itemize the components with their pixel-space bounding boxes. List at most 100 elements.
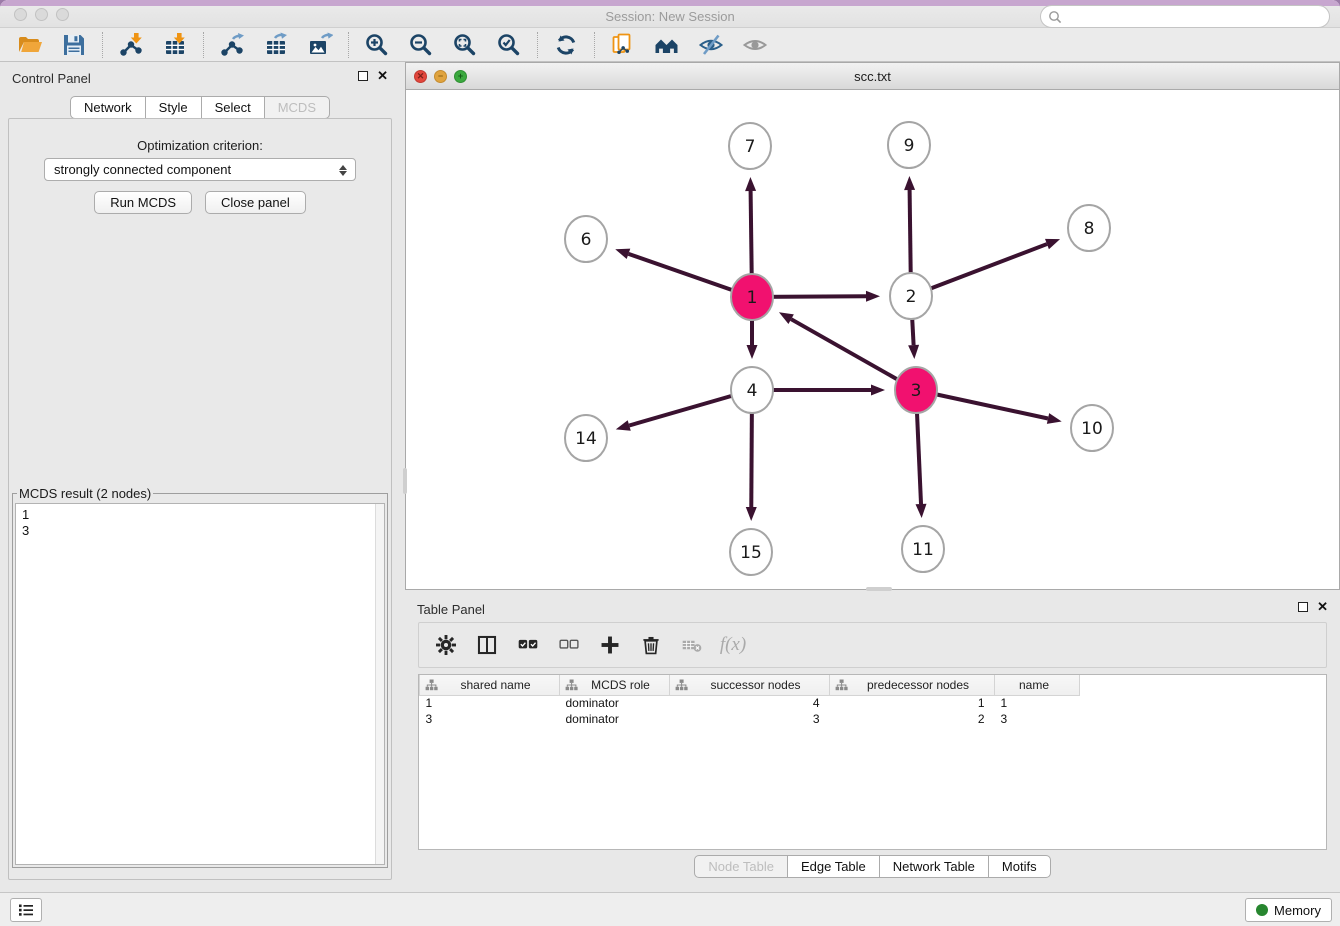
graph-edge-arrow-4-3 bbox=[871, 385, 885, 396]
delete-table-icon bbox=[681, 634, 703, 656]
import-network-icon bbox=[118, 32, 144, 58]
function-button[interactable]: f(x) bbox=[720, 632, 746, 658]
graph-node-14[interactable]: 14 bbox=[565, 415, 607, 461]
column-header-MCDS-role[interactable]: MCDS role bbox=[560, 675, 670, 695]
optimization-criterion-select[interactable]: strongly connected component bbox=[44, 158, 356, 181]
float-table-panel-icon[interactable] bbox=[1298, 602, 1308, 612]
graph-node-label: 15 bbox=[740, 543, 762, 563]
table-cell[interactable]: dominator bbox=[560, 695, 670, 711]
zoom-selected-button[interactable] bbox=[487, 29, 531, 61]
mcds-result-line: 3 bbox=[22, 523, 384, 539]
mcds-result-group: MCDS result (2 nodes) 13 bbox=[12, 486, 388, 868]
float-panel-icon[interactable] bbox=[358, 71, 368, 81]
close-panel-button[interactable]: Close panel bbox=[205, 191, 306, 214]
table-cell[interactable]: 1 bbox=[830, 695, 995, 711]
column-header-successor-nodes[interactable]: successor nodes bbox=[670, 675, 830, 695]
show-graphics-details-icon bbox=[742, 32, 768, 58]
column-header-name[interactable]: name bbox=[995, 675, 1080, 695]
column-header-shared-name[interactable]: shared name bbox=[420, 675, 560, 695]
columns-button[interactable] bbox=[474, 632, 500, 658]
settings-icon bbox=[435, 634, 457, 656]
show-graphics-details-button[interactable] bbox=[733, 29, 777, 61]
delete-row-button[interactable] bbox=[638, 632, 664, 658]
graph-node-6[interactable]: 6 bbox=[565, 216, 607, 262]
table-cell[interactable]: dominator bbox=[560, 711, 670, 727]
select-all-icon bbox=[517, 634, 539, 656]
refresh-view-button[interactable] bbox=[544, 29, 588, 61]
mcds-result-scrollbar[interactable] bbox=[375, 504, 384, 864]
settings-button[interactable] bbox=[433, 632, 459, 658]
import-table-button[interactable] bbox=[153, 29, 197, 61]
column-header-predecessor-nodes[interactable]: predecessor nodes bbox=[830, 675, 995, 695]
tab-edge-table[interactable]: Edge Table bbox=[787, 855, 880, 878]
table-cell[interactable]: 3 bbox=[420, 711, 560, 727]
select-all-button[interactable] bbox=[515, 632, 541, 658]
network-window-titlebar[interactable]: ✕ − + scc.txt bbox=[406, 63, 1339, 90]
add-row-button[interactable] bbox=[597, 632, 623, 658]
zoom-fit-button[interactable] bbox=[443, 29, 487, 61]
graph-node-2[interactable]: 2 bbox=[890, 273, 932, 319]
optimization-criterion-label: Optimization criterion: bbox=[0, 138, 400, 153]
tab-mcds[interactable]: MCDS bbox=[264, 96, 330, 119]
export-table-button[interactable] bbox=[254, 29, 298, 61]
optimization-criterion-value: strongly connected component bbox=[54, 162, 231, 177]
memory-button[interactable]: Memory bbox=[1245, 898, 1332, 922]
deselect-all-button[interactable] bbox=[556, 632, 582, 658]
zoom-out-button[interactable] bbox=[399, 29, 443, 61]
tab-network-table[interactable]: Network Table bbox=[879, 855, 989, 878]
home-view-button[interactable] bbox=[645, 29, 689, 61]
network-canvas[interactable]: 1 2 3 4 6 7 8 9 10 11 14 15 bbox=[406, 90, 1339, 589]
table-row[interactable]: 1dominator411 bbox=[420, 695, 1080, 711]
graph-node-9[interactable]: 9 bbox=[888, 122, 930, 168]
search-field[interactable] bbox=[1040, 5, 1330, 28]
tab-node-table[interactable]: Node Table bbox=[694, 855, 788, 878]
graph-node-4[interactable]: 4 bbox=[731, 367, 773, 413]
node-table[interactable]: shared name MCDS role successor nodes pr… bbox=[418, 674, 1327, 850]
import-network-button[interactable] bbox=[109, 29, 153, 61]
table-row[interactable]: 3dominator323 bbox=[420, 711, 1080, 727]
close-panel-icon[interactable]: ✕ bbox=[377, 71, 388, 81]
table-panel: Table Panel ✕ f(x) shared name MCDS role… bbox=[405, 595, 1340, 886]
table-cell[interactable]: 2 bbox=[830, 711, 995, 727]
graph-node-10[interactable]: 10 bbox=[1071, 405, 1113, 451]
clone-network-button[interactable] bbox=[601, 29, 645, 61]
graph-node-1[interactable]: 1 bbox=[731, 274, 773, 320]
export-image-button[interactable] bbox=[298, 29, 342, 61]
graph-node-label: 3 bbox=[911, 381, 922, 401]
graph-node-11[interactable]: 11 bbox=[902, 526, 944, 572]
export-network-button[interactable] bbox=[210, 29, 254, 61]
delete-table-button[interactable] bbox=[679, 632, 705, 658]
tab-style[interactable]: Style bbox=[145, 96, 202, 119]
export-table-icon bbox=[263, 32, 289, 58]
tab-motifs[interactable]: Motifs bbox=[988, 855, 1051, 878]
table-toolbar: f(x) bbox=[418, 622, 1327, 668]
splitter-handle-horizontal[interactable] bbox=[866, 587, 892, 591]
search-input[interactable] bbox=[1062, 8, 1329, 26]
tab-network[interactable]: Network bbox=[70, 96, 146, 119]
table-cell[interactable]: 1 bbox=[995, 695, 1080, 711]
hide-graphics-details-button[interactable] bbox=[689, 29, 733, 61]
zoom-in-button[interactable] bbox=[355, 29, 399, 61]
tab-select[interactable]: Select bbox=[201, 96, 265, 119]
splitter-handle-vertical[interactable] bbox=[403, 468, 407, 494]
toolbar-separator bbox=[102, 32, 103, 58]
graph-edge-arrow-3-10 bbox=[1047, 413, 1062, 424]
table-cell[interactable]: 1 bbox=[420, 695, 560, 711]
table-cell[interactable]: 3 bbox=[670, 711, 830, 727]
graph-edge-arrow-4-14 bbox=[616, 420, 631, 431]
graph-node-15[interactable]: 15 bbox=[730, 529, 772, 575]
graph-node-8[interactable]: 8 bbox=[1068, 205, 1110, 251]
search-icon bbox=[1048, 10, 1062, 24]
table-cell[interactable]: 3 bbox=[995, 711, 1080, 727]
run-mcds-button[interactable]: Run MCDS bbox=[94, 191, 192, 214]
toolbar-separator bbox=[348, 32, 349, 58]
show-panels-button[interactable] bbox=[10, 898, 42, 922]
mcds-result-line: 1 bbox=[22, 507, 384, 523]
open-file-button[interactable] bbox=[8, 29, 52, 61]
table-cell[interactable]: 4 bbox=[670, 695, 830, 711]
save-session-button[interactable] bbox=[52, 29, 96, 61]
graph-node-7[interactable]: 7 bbox=[729, 123, 771, 169]
graph-node-3[interactable]: 3 bbox=[895, 367, 937, 413]
close-table-panel-icon[interactable]: ✕ bbox=[1317, 602, 1328, 612]
mcds-result-list[interactable]: 13 bbox=[15, 503, 385, 865]
